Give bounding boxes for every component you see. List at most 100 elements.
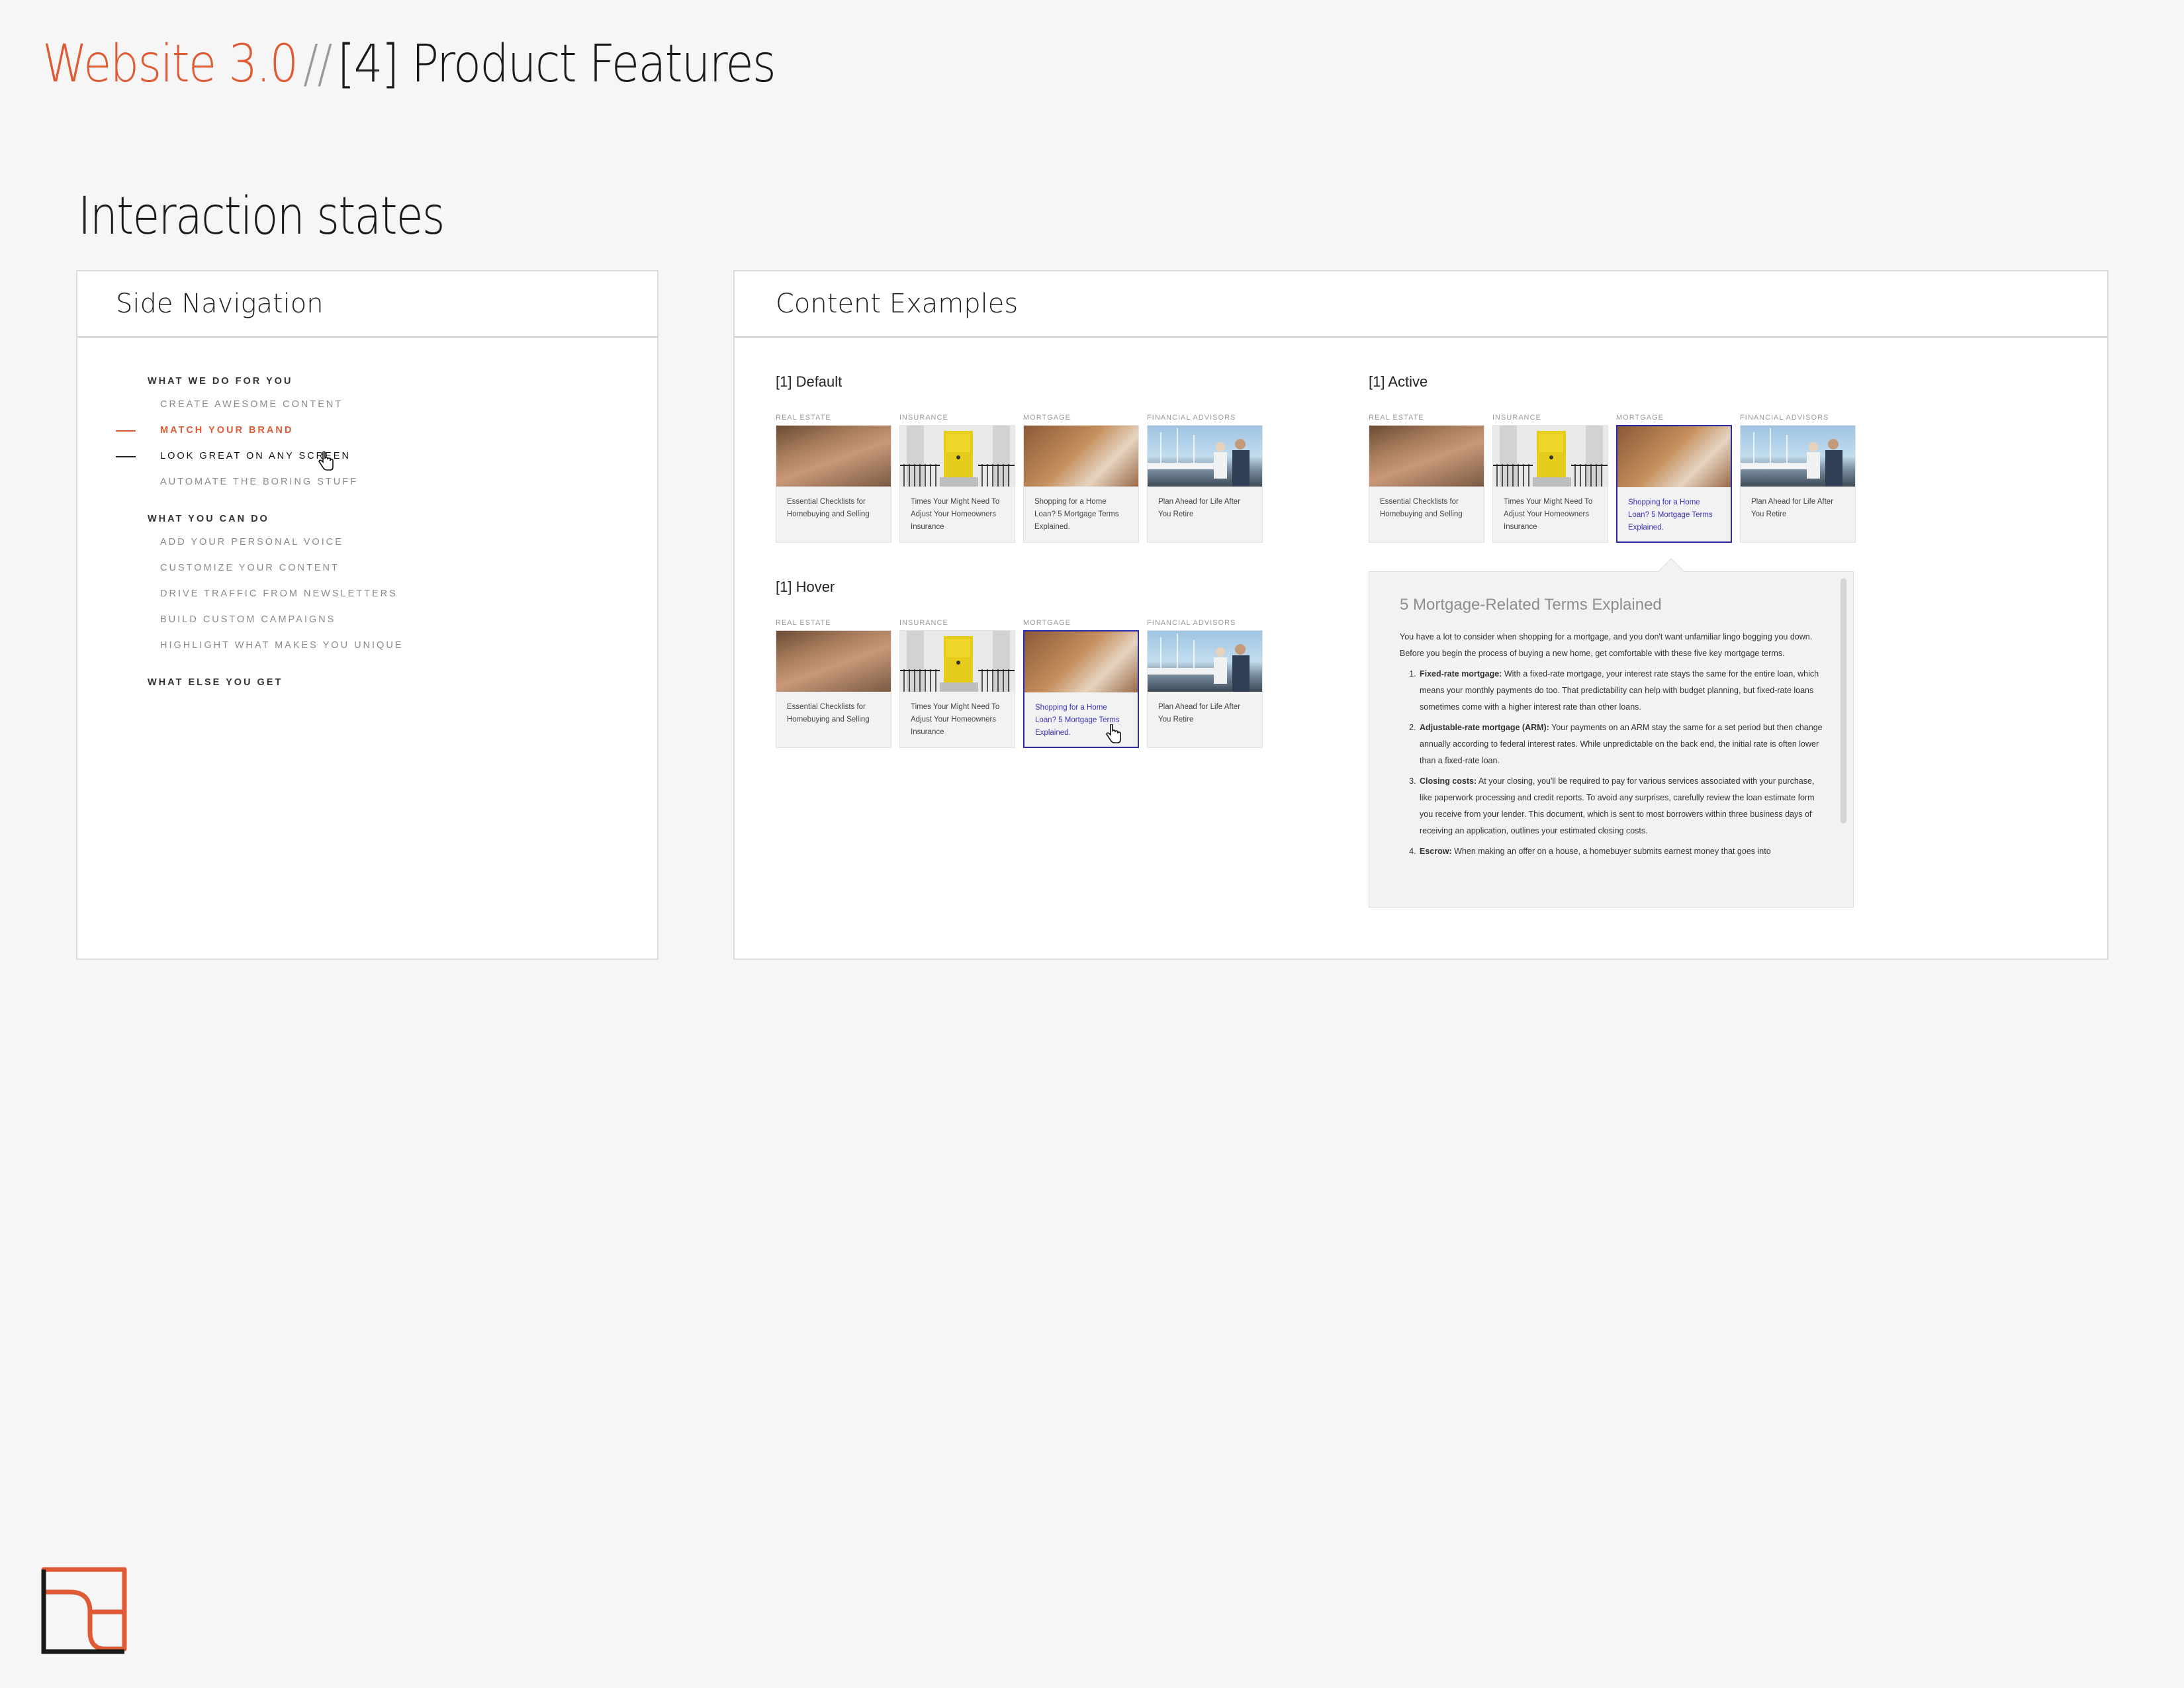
card-category: MORTGAGE: [1023, 619, 1071, 627]
card-image: [1741, 426, 1855, 487]
content-card[interactable]: REAL ESTATE Essential Checklists for Hom…: [776, 618, 891, 748]
card-title: Plan Ahead for Life After You Retire: [1158, 703, 1241, 724]
nav-group-label[interactable]: WHAT WE DO FOR YOU: [77, 371, 657, 392]
popover-intro: You have a lot to consider when shopping…: [1400, 632, 1813, 658]
card-title: Plan Ahead for Life After You Retire: [1751, 498, 1834, 518]
card-category: FINANCIAL ADVISORS: [1147, 619, 1236, 627]
card-title: Plan Ahead for Life After You Retire: [1158, 498, 1241, 518]
card-title: Shopping for a Home Loan? 5 Mortgage Ter…: [1034, 498, 1119, 531]
popover-term-list: Fixed-rate mortgage: With a fixed-rate m…: [1400, 666, 1823, 860]
state-label-active: [1] Active: [1369, 373, 1428, 390]
term-name: Closing costs:: [1420, 776, 1477, 786]
card-title: Times Your Might Need To Adjust Your Hom…: [1504, 498, 1593, 531]
content-card[interactable]: REAL ESTATE Essential Checklists for Hom…: [1369, 413, 1484, 543]
popover-scrollbar[interactable]: [1841, 579, 1846, 823]
card-image: [776, 631, 891, 692]
card-image: [900, 631, 1015, 692]
card-image: [776, 426, 891, 487]
page-header: Website 3.0//[4] Product Features: [42, 34, 776, 94]
card-title: Shopping for a Home Loan? 5 Mortgage Ter…: [1628, 498, 1713, 532]
nav-item[interactable]: HIGHLIGHT WHAT MAKES YOU UNIQUE: [77, 633, 657, 659]
card-category: MORTGAGE: [1023, 414, 1071, 422]
card-image: [1024, 426, 1138, 487]
card-image: [1369, 426, 1484, 487]
side-navigation-title: Side Navigation: [77, 271, 657, 338]
content-examples-title: Content Examples: [735, 271, 2107, 338]
card-category: REAL ESTATE: [1369, 414, 1424, 422]
card-category: INSURANCE: [1492, 414, 1541, 422]
card-image: [1148, 426, 1262, 487]
nav-item-label: MATCH YOUR BRAND: [160, 425, 294, 436]
card-row-active: REAL ESTATE Essential Checklists for Hom…: [1369, 413, 1856, 543]
content-card[interactable]: FINANCIAL ADVISORS Plan Ahead for Life A…: [1147, 618, 1263, 748]
card-row-hover: REAL ESTATE Essential Checklists for Hom…: [776, 618, 1263, 748]
nav-item[interactable]: ADD YOUR PERSONAL VOICE: [77, 530, 657, 555]
card-image: [900, 426, 1015, 487]
term-item: Adjustable-rate mortgage (ARM): Your pay…: [1418, 720, 1823, 769]
term-name: Fixed-rate mortgage:: [1420, 669, 1502, 679]
card-title: Times Your Might Need To Adjust Your Hom…: [911, 498, 1000, 531]
side-navigation-panel: Side Navigation WHAT WE DO FOR YOU CREAT…: [76, 270, 659, 960]
content-card[interactable]: FINANCIAL ADVISORS Plan Ahead for Life A…: [1740, 413, 1856, 543]
card-category: INSURANCE: [899, 619, 948, 627]
side-nav: WHAT WE DO FOR YOU CREATE AWESOME CONTEN…: [77, 371, 657, 693]
term-text: When making an offer on a house, a homeb…: [1454, 847, 1771, 856]
card-row-default: REAL ESTATE Essential Checklists for Hom…: [776, 413, 1263, 543]
card-category: FINANCIAL ADVISORS: [1147, 414, 1236, 422]
nav-item[interactable]: BUILD CUSTOM CAMPAIGNS: [77, 607, 657, 633]
state-label-default: [1] Default: [776, 373, 842, 390]
nav-item[interactable]: CREATE AWESOME CONTENT: [77, 392, 657, 418]
brand-logo: [41, 1567, 127, 1654]
card-title: Essential Checklists for Homebuying and …: [1380, 498, 1463, 518]
card-category: REAL ESTATE: [776, 619, 831, 627]
page-title: [4] Product Features: [337, 34, 776, 94]
nav-item[interactable]: AUTOMATE THE BORING STUFF: [77, 469, 657, 495]
content-card[interactable]: MORTGAGE Shopping for a Home Loan? 5 Mor…: [1023, 413, 1139, 543]
term-item: Closing costs: At your closing, you'll b…: [1418, 773, 1823, 839]
nav-item-label: DRIVE TRAFFIC FROM NEWSLETTERS: [160, 588, 398, 599]
hand-cursor-icon: [1106, 724, 1121, 743]
nav-item-active[interactable]: MATCH YOUR BRAND: [77, 418, 657, 444]
card-category: REAL ESTATE: [776, 414, 831, 422]
nav-item-label: CUSTOMIZE YOUR CONTENT: [160, 563, 340, 573]
hover-indicator: [116, 456, 136, 457]
nav-item-label: CREATE AWESOME CONTENT: [160, 399, 343, 410]
card-category: MORTGAGE: [1616, 414, 1664, 422]
hand-cursor-icon: [318, 451, 334, 471]
card-category: FINANCIAL ADVISORS: [1740, 414, 1829, 422]
card-title: Times Your Might Need To Adjust Your Hom…: [911, 703, 1000, 736]
card-title: Essential Checklists for Homebuying and …: [787, 703, 870, 724]
popover-body: You have a lot to consider when shopping…: [1400, 629, 1823, 864]
title-separator: //: [303, 34, 332, 94]
content-card[interactable]: INSURANCE Times Your Might Need To Adjus…: [899, 618, 1015, 748]
nav-item-hover[interactable]: LOOK GREAT ON ANY SCREEN: [77, 444, 657, 471]
card-image: [1148, 631, 1262, 692]
content-card-hovered[interactable]: MORTGAGE Shopping for a Home Loan? 5 Mor…: [1023, 618, 1139, 748]
popover-title: 5 Mortgage-Related Terms Explained: [1400, 596, 1662, 614]
nav-item[interactable]: DRIVE TRAFFIC FROM NEWSLETTERS: [77, 581, 657, 607]
active-indicator: [116, 430, 136, 432]
card-image: [1493, 426, 1608, 487]
term-item: Fixed-rate mortgage: With a fixed-rate m…: [1418, 666, 1823, 716]
content-card[interactable]: INSURANCE Times Your Might Need To Adjus…: [899, 413, 1015, 543]
term-name: Escrow:: [1420, 847, 1452, 856]
nav-item[interactable]: CUSTOMIZE YOUR CONTENT: [77, 555, 657, 581]
nav-group-label[interactable]: WHAT YOU CAN DO: [77, 508, 657, 530]
nav-group-label[interactable]: WHAT ELSE YOU GET: [77, 672, 657, 693]
nav-item-label: HIGHLIGHT WHAT MAKES YOU UNIQUE: [160, 640, 404, 651]
site-title: Website 3.0: [42, 34, 298, 94]
content-card-active[interactable]: MORTGAGE Shopping for a Home Loan? 5 Mor…: [1616, 413, 1732, 543]
card-category: INSURANCE: [899, 414, 948, 422]
nav-item-label: AUTOMATE THE BORING STUFF: [160, 477, 358, 487]
term-item: Escrow: When making an offer on a house,…: [1418, 843, 1823, 860]
card-image: [1024, 632, 1138, 692]
article-popover: 5 Mortgage-Related Terms Explained You h…: [1369, 571, 1854, 908]
card-title: Essential Checklists for Homebuying and …: [787, 498, 870, 518]
term-text: At your closing, you'll be required to p…: [1420, 776, 1815, 835]
nav-item-label: BUILD CUSTOM CAMPAIGNS: [160, 614, 336, 625]
card-image: [1617, 426, 1731, 487]
state-label-hover: [1] Hover: [776, 579, 835, 595]
content-card[interactable]: REAL ESTATE Essential Checklists for Hom…: [776, 413, 891, 543]
content-card[interactable]: FINANCIAL ADVISORS Plan Ahead for Life A…: [1147, 413, 1263, 543]
content-card[interactable]: INSURANCE Times Your Might Need To Adjus…: [1492, 413, 1608, 543]
